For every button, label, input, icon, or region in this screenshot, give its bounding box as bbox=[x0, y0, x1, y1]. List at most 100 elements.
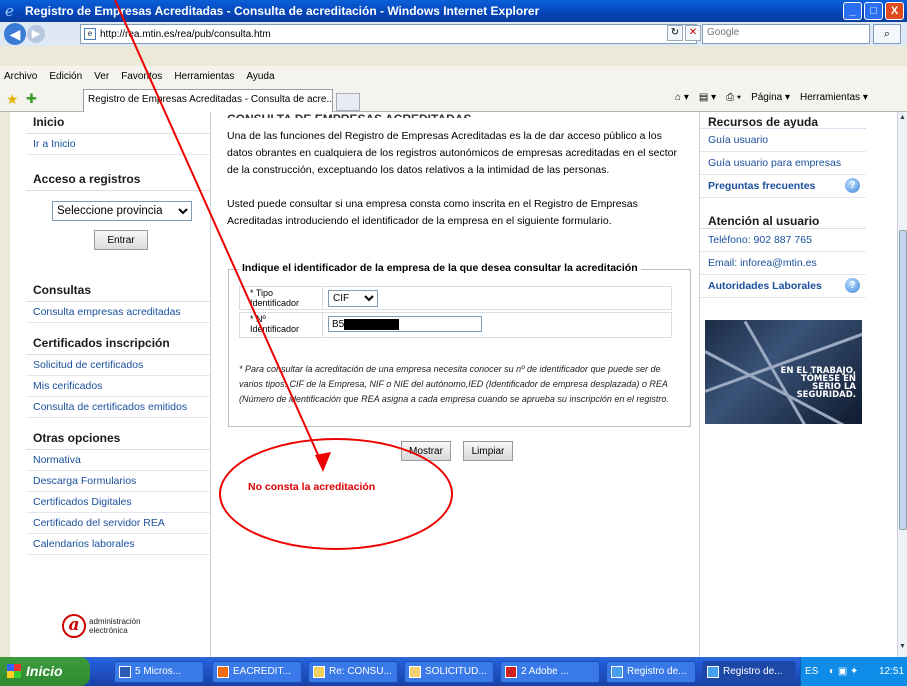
telefono-text: Teléfono: 902 887 765 bbox=[700, 229, 866, 252]
forward-button[interactable]: ▶ bbox=[27, 25, 45, 43]
pagina-menu[interactable]: Página ▾ bbox=[751, 92, 790, 103]
instructions-paragraph: Usted puede consultar si una empresa con… bbox=[227, 198, 638, 227]
close-button[interactable]: X bbox=[885, 2, 904, 20]
scroll-thumb[interactable] bbox=[899, 230, 907, 530]
page-title: CONSULTA DE EMPRESAS ACREDITADAS bbox=[227, 112, 471, 118]
home-icon[interactable]: ⌂ ▾ bbox=[675, 92, 689, 103]
preguntas-frecuentes-link[interactable]: Preguntas frecuentes ? bbox=[700, 175, 866, 198]
numero-row: * Nº Identificador bbox=[239, 312, 672, 338]
feeds-icon[interactable]: ▤ ▾ bbox=[699, 92, 716, 103]
window-titlebar: e Registro de Empresas Acreditadas - Con… bbox=[0, 0, 907, 22]
normativa-link[interactable]: Normativa bbox=[26, 450, 210, 471]
solicitud-certificados-link[interactable]: Solicitud de certificados bbox=[26, 355, 210, 376]
herramientas-menu[interactable]: Herramientas ▾ bbox=[800, 92, 868, 103]
start-button[interactable]: Inicio bbox=[0, 657, 90, 686]
certificados-digitales-link[interactable]: Certificados Digitales bbox=[26, 492, 210, 513]
safety-banner[interactable]: EN EL TRABAJO, TÓMESE EN SERIO LA SEGURI… bbox=[705, 320, 862, 424]
preguntas-label: Preguntas frecuentes bbox=[708, 180, 816, 192]
add-favorite-icon[interactable]: ✚ bbox=[26, 91, 37, 107]
new-tab-button[interactable] bbox=[336, 93, 360, 111]
guia-empresas-link[interactable]: Guía usuario para empresas bbox=[700, 152, 866, 175]
windows-flag-icon bbox=[7, 664, 21, 678]
page-icon: e bbox=[84, 28, 96, 40]
descarga-formularios-link[interactable]: Descarga Formularios bbox=[26, 471, 210, 492]
search-box[interactable] bbox=[702, 24, 870, 44]
favorites-star-icon[interactable]: ★ bbox=[6, 91, 19, 108]
annotation-ellipse bbox=[219, 438, 453, 550]
stop-icon[interactable]: ✕ bbox=[685, 25, 701, 41]
maximize-button[interactable]: □ bbox=[864, 2, 883, 20]
autoridades-label: Autoridades Laborales bbox=[708, 280, 822, 292]
provincia-select[interactable]: Seleccione provincia bbox=[52, 201, 192, 221]
task-ie-1[interactable]: Registro de... bbox=[606, 661, 696, 683]
numero-label: * Nº Identificador bbox=[250, 314, 300, 334]
menu-ver[interactable]: Ver bbox=[88, 71, 115, 82]
task-label: 5 Micros... bbox=[135, 666, 182, 677]
task-label: EACREDIT... bbox=[233, 666, 291, 677]
task-mail[interactable]: Re: CONSU... bbox=[308, 661, 398, 683]
scroll-up-icon[interactable]: ▲ bbox=[898, 114, 907, 126]
start-label: Inicio bbox=[26, 663, 63, 679]
address-bar[interactable]: e bbox=[80, 24, 697, 44]
ir-inicio-link[interactable]: Ir a Inicio bbox=[26, 134, 210, 155]
task-adobe[interactable]: 2 Adobe ... bbox=[500, 661, 600, 683]
logo-line-1: administración bbox=[89, 617, 141, 626]
consulta-empresas-link[interactable]: Consulta empresas acreditadas bbox=[26, 302, 210, 323]
url-input[interactable] bbox=[100, 28, 630, 40]
otras-opciones-heading: Otras opciones bbox=[26, 428, 210, 450]
menu-favoritos[interactable]: Favoritos bbox=[115, 71, 168, 82]
right-sidebar: Recursos de ayuda Guía usuario Guía usua… bbox=[700, 112, 866, 657]
redaction-block bbox=[344, 319, 399, 330]
print-icon[interactable]: ⎙ ▾ bbox=[726, 92, 741, 103]
language-indicator[interactable]: ES bbox=[805, 657, 818, 686]
calendarios-laborales-link[interactable]: Calendarios laborales bbox=[26, 534, 210, 555]
task-label: SOLICITUD... bbox=[425, 666, 487, 677]
consulta-certificados-link[interactable]: Consulta de certificados emitidos bbox=[26, 397, 210, 418]
task-label: Re: CONSU... bbox=[329, 666, 392, 677]
tab-row: ★ ✚ Registro de Empresas Acreditadas - C… bbox=[0, 86, 907, 112]
administracion-electronica-logo[interactable]: a administración electrónica bbox=[62, 614, 141, 638]
banner-text: EN EL TRABAJO, TÓMESE EN SERIO LA SEGURI… bbox=[780, 366, 856, 400]
minimize-button[interactable]: _ bbox=[843, 2, 862, 20]
tray-icons[interactable]: ◐ ▣ ✦ bbox=[829, 657, 858, 686]
menu-ayuda[interactable]: Ayuda bbox=[240, 71, 280, 82]
tipo-identificador-select[interactable]: CIF bbox=[328, 290, 378, 307]
command-bar: ⌂ ▾ ▤ ▾ ⎙ ▾ Página ▾ Herramientas ▾ bbox=[675, 92, 868, 103]
search-icon[interactable]: ⌕ bbox=[873, 24, 901, 44]
tab-registro[interactable]: Registro de Empresas Acreditadas - Consu… bbox=[83, 89, 333, 112]
refresh-icon[interactable]: ↻ bbox=[667, 25, 683, 41]
autoridades-laborales-link[interactable]: Autoridades Laborales ? bbox=[700, 275, 866, 298]
menu-edicion[interactable]: Edición bbox=[43, 71, 88, 82]
task-eacredit[interactable]: EACREDIT... bbox=[212, 661, 302, 683]
task-word[interactable]: 5 Micros... bbox=[114, 661, 204, 683]
scroll-down-icon[interactable]: ▼ bbox=[898, 643, 907, 655]
certificados-heading: Certificados inscripción bbox=[26, 333, 210, 355]
identifier-fieldset: Indique el identificador de la empresa d… bbox=[228, 262, 691, 427]
vertical-scrollbar[interactable]: ▲ ▼ bbox=[897, 112, 907, 657]
entrar-button[interactable]: Entrar bbox=[94, 230, 148, 250]
back-button[interactable]: ◀ bbox=[4, 23, 26, 45]
limpiar-button[interactable]: Limpiar bbox=[463, 441, 513, 461]
mis-certificados-link[interactable]: Mis cerificados bbox=[26, 376, 210, 397]
task-solicitud[interactable]: SOLICITUD... bbox=[404, 661, 494, 683]
clock[interactable]: 12:51 bbox=[879, 657, 904, 686]
guia-usuario-link[interactable]: Guía usuario bbox=[700, 129, 866, 152]
inicio-heading: Inicio bbox=[26, 112, 210, 134]
address-tools: ↻ ✕ bbox=[667, 25, 701, 41]
fieldset-legend: Indique el identificador de la empresa d… bbox=[239, 262, 641, 274]
help-icon[interactable]: ? bbox=[845, 178, 860, 193]
menu-archivo[interactable]: Archivo bbox=[0, 71, 43, 82]
menu-bar: Archivo Edición Ver Favoritos Herramient… bbox=[0, 66, 907, 86]
menu-herramientas[interactable]: Herramientas bbox=[168, 71, 240, 82]
help-note: * Para consultar la acreditación de una … bbox=[239, 364, 669, 404]
intro-paragraph: Una de las funciones del Registro de Emp… bbox=[227, 130, 678, 176]
search-input[interactable] bbox=[703, 25, 863, 40]
window-controls: _ □ X bbox=[843, 2, 904, 20]
tipo-row: * Tipo Identificador CIF bbox=[239, 286, 672, 310]
consultas-heading: Consultas bbox=[26, 280, 210, 302]
certificado-servidor-link[interactable]: Certificado del servidor REA bbox=[26, 513, 210, 534]
left-sidebar: Inicio Ir a Inicio Acceso a registros Se… bbox=[26, 112, 210, 657]
task-ie-2[interactable]: Registro de... bbox=[702, 661, 796, 683]
system-tray: ES ◐ ▣ ✦ 12:51 bbox=[800, 657, 907, 686]
info-icon[interactable]: ? bbox=[845, 278, 860, 293]
